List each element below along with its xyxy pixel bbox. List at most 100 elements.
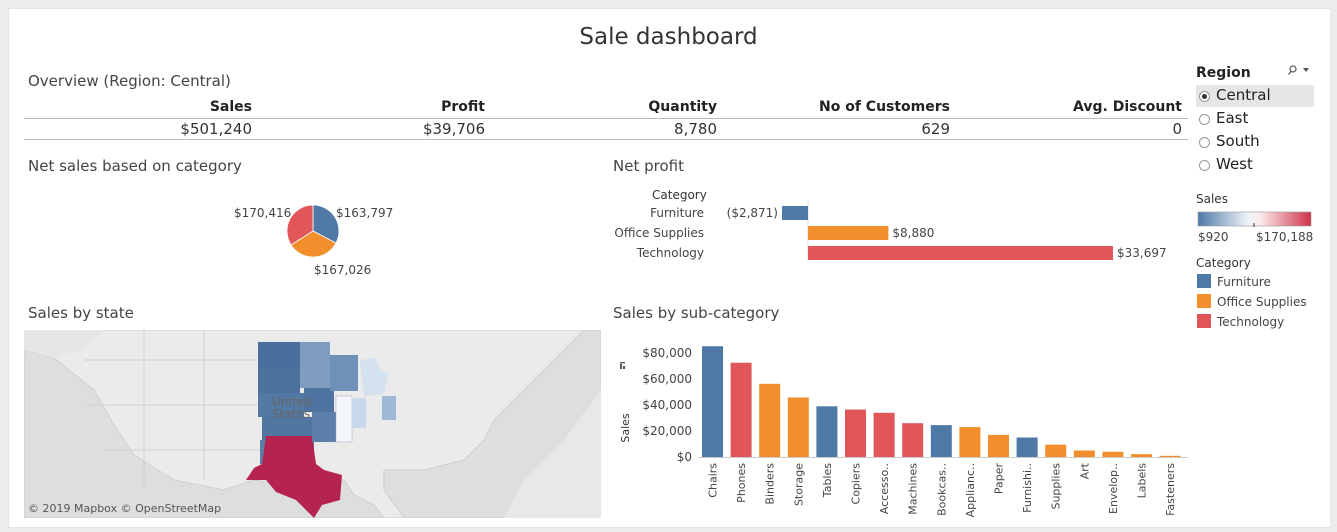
region-option-central[interactable]: Central: [1196, 85, 1314, 107]
net-profit-bar-technology[interactable]: [808, 246, 1113, 260]
map-attribution[interactable]: © 2019 Mapbox © OpenStreetMap: [28, 502, 221, 515]
subcat-bar[interactable]: [1045, 444, 1067, 457]
subcat-x-tick-label: Chairs: [707, 463, 720, 498]
net-profit-bar-furniture[interactable]: [782, 206, 808, 220]
net-sales-title: Net sales based on category: [28, 157, 242, 175]
subcat-y-tick-label: $0: [677, 450, 692, 464]
kpi-header-quantity: Quantity: [648, 99, 717, 115]
subcat-x-tick-label: Storage: [792, 463, 805, 506]
subcat-bar[interactable]: [1131, 454, 1152, 457]
subcat-bar[interactable]: [1016, 437, 1038, 458]
subcat-x-tick-label: Bookcas..: [935, 463, 948, 516]
region-option-label: Central: [1216, 86, 1271, 104]
state-indiana[interactable]: [352, 398, 366, 428]
pie-label-technology: $170,416: [234, 206, 291, 220]
region-filter-menu[interactable]: [1286, 64, 1312, 76]
dropdown-arrow-icon[interactable]: [1303, 68, 1309, 72]
kpi-header-discount: Avg. Discount: [1073, 99, 1182, 115]
kpi-divider-bottom: [24, 139, 1188, 140]
legend-swatch-office-supplies[interactable]: [1197, 294, 1211, 308]
subcat-x-tick-label: Labels: [1136, 463, 1149, 499]
radio-icon[interactable]: [1199, 137, 1210, 148]
subcat-y-tick-label: $80,000: [642, 346, 692, 360]
kpi-divider-top: [24, 118, 1188, 119]
sales-legend-min: $920: [1198, 230, 1229, 244]
subcat-y-tick-label: $20,000: [642, 424, 692, 438]
subcat-y-ticks: $0 $20,000 $40,000 $60,000 $80,000: [642, 346, 692, 464]
legend-label-office-supplies[interactable]: Office Supplies: [1217, 295, 1307, 309]
subcat-bar[interactable]: [787, 397, 809, 457]
subcat-bar[interactable]: [816, 406, 838, 457]
category-legend-title: Category: [1196, 256, 1251, 270]
sales-legend-max: $170,188: [1256, 230, 1314, 244]
state-ohio-region[interactable]: [382, 396, 396, 420]
legend-label-furniture[interactable]: Furniture: [1217, 275, 1271, 289]
region-option-west[interactable]: West: [1196, 154, 1314, 176]
state-south-dakota[interactable]: [258, 368, 300, 393]
map-country-label-2: States: [272, 407, 310, 421]
net-profit-row-label-office-supplies: Office Supplies: [614, 226, 704, 240]
radio-icon[interactable]: [1199, 160, 1210, 171]
subcat-bar[interactable]: [873, 412, 895, 457]
region-option-label: South: [1216, 132, 1260, 150]
subcat-x-tick-label: Supplies: [1050, 463, 1063, 510]
net-profit-value-furniture: ($2,871): [727, 206, 778, 220]
sales-by-state-map[interactable]: United States © 2019 Mapbox © OpenStreet…: [24, 330, 601, 518]
subcat-bar[interactable]: [902, 423, 924, 457]
subcat-bar[interactable]: [1102, 451, 1124, 457]
state-illinois[interactable]: [335, 395, 353, 443]
sales-by-subcategory-title: Sales by sub-category: [613, 304, 780, 322]
pie-label-furniture: $163,797: [336, 206, 393, 220]
subcat-x-tick-label: Fasteners: [1164, 463, 1177, 516]
legend-swatch-furniture[interactable]: [1197, 274, 1211, 288]
radio-icon[interactable]: [1199, 114, 1210, 125]
radio-selected-icon[interactable]: [1199, 91, 1210, 102]
overview-title: Overview (Region: Central): [28, 72, 231, 90]
subcat-bar[interactable]: [930, 425, 952, 457]
subcat-bar[interactable]: [759, 383, 781, 457]
kpi-header-customers: No of Customers: [819, 99, 950, 115]
kpi-value-profit: $39,706: [422, 120, 485, 138]
subcat-x-tick-label: Binders: [764, 463, 777, 505]
sort-icon[interactable]: [620, 362, 625, 369]
subcat-x-tick-label: Phones: [735, 463, 748, 503]
sales-by-state-title: Sales by state: [28, 304, 134, 322]
net-profit-title: Net profit: [613, 157, 684, 175]
subcat-x-tick-label: Art: [1078, 462, 1091, 479]
net-profit-bar-office-supplies[interactable]: [808, 226, 889, 240]
subcat-x-tick-label: Envelop..: [1107, 463, 1120, 514]
kpi-header-sales: Sales: [209, 99, 252, 115]
subcat-y-axis-label: Sales: [619, 413, 632, 443]
region-filter-title: Region: [1196, 65, 1251, 81]
subcat-bar[interactable]: [988, 434, 1009, 457]
region-option-south[interactable]: South: [1196, 131, 1314, 153]
subcat-bar[interactable]: [959, 427, 981, 457]
kpi-value-discount: 0: [1172, 120, 1182, 138]
state-minnesota[interactable]: [300, 342, 330, 388]
net-profit-value-office-supplies: $8,880: [892, 226, 934, 240]
net-profit-row-label-technology: Technology: [636, 246, 704, 260]
legend-label-technology[interactable]: Technology: [1217, 315, 1284, 329]
legend-swatch-technology[interactable]: [1197, 314, 1211, 328]
net-profit-value-technology: $33,697: [1117, 246, 1167, 260]
sales-legend-title: Sales: [1196, 192, 1228, 206]
net-profit-category-header: Category: [652, 188, 707, 202]
state-wisconsin[interactable]: [330, 355, 358, 391]
net-profit-bar-chart: ($2,871) $8,880 $33,697: [727, 200, 1167, 262]
subcat-x-tick-label: Applianc..: [964, 463, 977, 517]
region-option-east[interactable]: East: [1196, 108, 1314, 130]
sales-color-legend: [1197, 211, 1312, 227]
subcat-x-tick-label: Furnishi..: [1021, 463, 1034, 513]
subcat-bar[interactable]: [1073, 450, 1095, 458]
subcat-x-tick-label: Copiers: [850, 463, 863, 505]
kpi-value-quantity: 8,780: [674, 120, 717, 138]
subcat-bar[interactable]: [1159, 455, 1181, 457]
subcat-bar[interactable]: [730, 362, 752, 457]
search-icon[interactable]: [1288, 65, 1297, 75]
subcat-bar[interactable]: [845, 409, 866, 457]
state-north-dakota[interactable]: [258, 342, 300, 368]
kpi-value-customers: 629: [921, 120, 950, 138]
subcat-y-tick-label: $40,000: [642, 398, 692, 412]
subcat-bar[interactable]: [702, 346, 723, 457]
region-option-label: East: [1216, 109, 1249, 127]
